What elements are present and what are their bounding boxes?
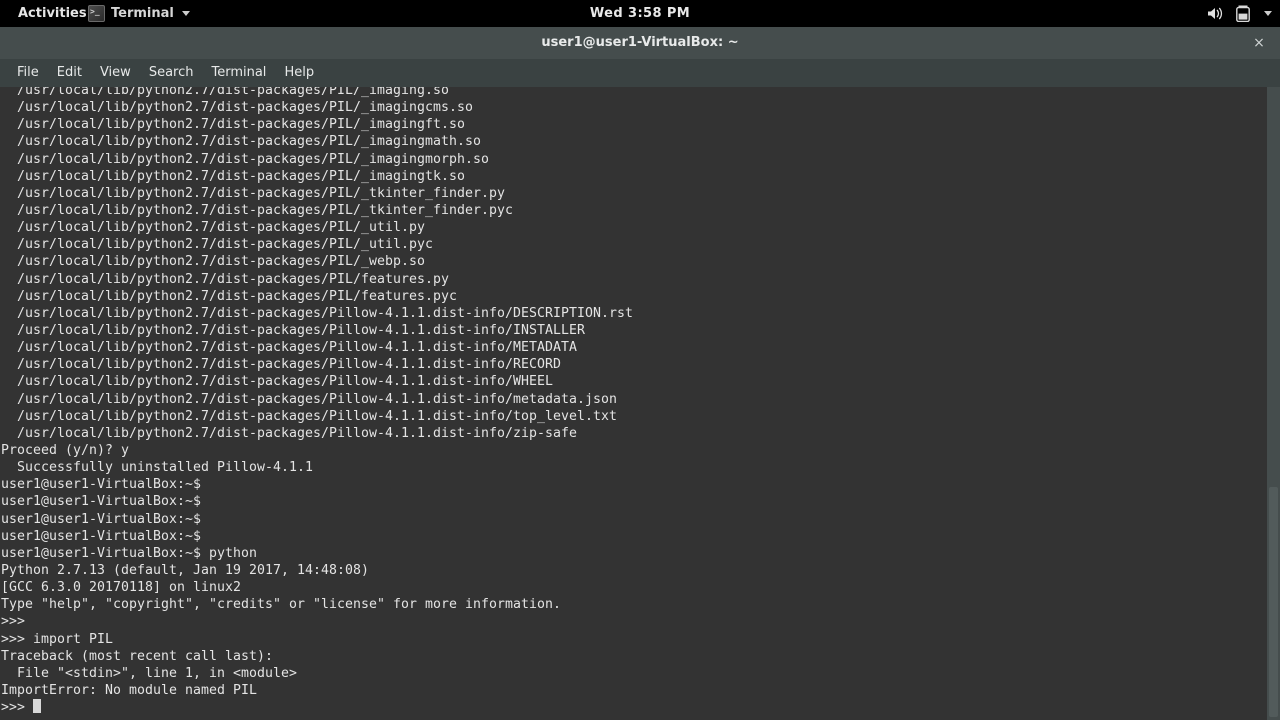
close-icon[interactable]: × (1248, 27, 1270, 59)
app-menu-label: Terminal (111, 6, 174, 21)
chevron-down-icon (181, 11, 190, 16)
terminal-output-area[interactable]: /usr/local/lib/python2.7/dist-packages/P… (0, 87, 1267, 720)
menu-item-file[interactable]: File (8, 59, 48, 87)
terminal-line: /usr/local/lib/python2.7/dist-packages/P… (1, 134, 481, 150)
menu-item-terminal[interactable]: Terminal (202, 59, 275, 87)
terminal-line: ImportError: No module named PIL (1, 682, 257, 698)
terminal-prompt-line[interactable]: >>> (1, 699, 633, 716)
terminal-line: /usr/local/lib/python2.7/dist-packages/P… (1, 288, 457, 304)
terminal-line: Type "help", "copyright", "credits" or "… (1, 597, 561, 613)
gnome-top-bar: Wed 3:58 PM Activities Terminal (0, 0, 1280, 27)
terminal-line: /usr/local/lib/python2.7/dist-packages/P… (1, 322, 585, 338)
clock[interactable]: Wed 3:58 PM (0, 0, 1280, 27)
terminal-line: /usr/local/lib/python2.7/dist-packages/P… (1, 87, 449, 98)
window-title-bar[interactable]: user1@user1-VirtualBox: ~ × (0, 27, 1280, 60)
terminal-line: user1@user1-VirtualBox:~$ python (1, 545, 257, 561)
page-title: user1@user1-VirtualBox: ~ (541, 35, 739, 50)
terminal-line: >>> import PIL (1, 631, 113, 647)
terminal-line: /usr/local/lib/python2.7/dist-packages/P… (1, 340, 577, 356)
terminal-line: /usr/local/lib/python2.7/dist-packages/P… (1, 185, 505, 201)
terminal-line: /usr/local/lib/python2.7/dist-packages/P… (1, 237, 433, 253)
terminal-line: /usr/local/lib/python2.7/dist-packages/P… (1, 202, 513, 218)
volume-icon[interactable] (1207, 6, 1224, 21)
terminal-line: user1@user1-VirtualBox:~$ (1, 511, 209, 527)
terminal-line: user1@user1-VirtualBox:~$ (1, 528, 209, 544)
terminal-line: /usr/local/lib/python2.7/dist-packages/P… (1, 391, 617, 407)
terminal-line: /usr/local/lib/python2.7/dist-packages/P… (1, 254, 425, 270)
menu-bar: File Edit View Search Terminal Help (0, 59, 1280, 87)
terminal-line: /usr/local/lib/python2.7/dist-packages/P… (1, 305, 633, 321)
menu-item-search[interactable]: Search (140, 59, 203, 87)
terminal-line: /usr/local/lib/python2.7/dist-packages/P… (1, 220, 425, 236)
system-tray[interactable] (1207, 0, 1272, 27)
chevron-down-icon[interactable] (1264, 11, 1272, 16)
terminal-text: /usr/local/lib/python2.7/dist-packages/P… (0, 87, 633, 716)
terminal-line: >>> (1, 614, 33, 630)
terminal-line: /usr/local/lib/python2.7/dist-packages/P… (1, 357, 561, 373)
terminal-line: /usr/local/lib/python2.7/dist-packages/P… (1, 425, 577, 441)
text-cursor (33, 699, 41, 714)
terminal-line: Traceback (most recent call last): (1, 648, 273, 664)
terminal-line: Python 2.7.13 (default, Jan 19 2017, 14:… (1, 562, 369, 578)
terminal-line: File "<stdin>", line 1, in <module> (1, 665, 297, 681)
terminal-line: user1@user1-VirtualBox:~$ (1, 477, 209, 493)
terminal-scrollbar[interactable] (1267, 87, 1280, 720)
terminal-line: /usr/local/lib/python2.7/dist-packages/P… (1, 117, 465, 133)
terminal-line: /usr/local/lib/python2.7/dist-packages/P… (1, 100, 473, 116)
battery-icon[interactable] (1236, 5, 1250, 22)
menu-item-help[interactable]: Help (275, 59, 323, 87)
terminal-line: /usr/local/lib/python2.7/dist-packages/P… (1, 408, 617, 424)
activities-button[interactable]: Activities (10, 0, 95, 27)
terminal-line: [GCC 6.3.0 20170118] on linux2 (1, 580, 241, 596)
menu-item-view[interactable]: View (91, 59, 140, 87)
terminal-line: /usr/local/lib/python2.7/dist-packages/P… (1, 151, 489, 167)
terminal-line: /usr/local/lib/python2.7/dist-packages/P… (1, 271, 449, 287)
terminal-line: Successfully uninstalled Pillow-4.1.1 (1, 460, 313, 476)
desktop-screen: Wed 3:58 PM Activities Terminal (0, 0, 1280, 720)
app-menu-terminal[interactable]: Terminal (88, 0, 190, 27)
terminal-line: /usr/local/lib/python2.7/dist-packages/P… (1, 374, 553, 390)
terminal-icon (88, 4, 105, 22)
terminal-line: Proceed (y/n)? y (1, 442, 129, 458)
terminal-line: /usr/local/lib/python2.7/dist-packages/P… (1, 168, 465, 184)
prompt-text: >>> (1, 700, 33, 716)
scrollbar-thumb[interactable] (1269, 487, 1278, 717)
terminal-line: user1@user1-VirtualBox:~$ (1, 494, 209, 510)
menu-item-edit[interactable]: Edit (48, 59, 91, 87)
